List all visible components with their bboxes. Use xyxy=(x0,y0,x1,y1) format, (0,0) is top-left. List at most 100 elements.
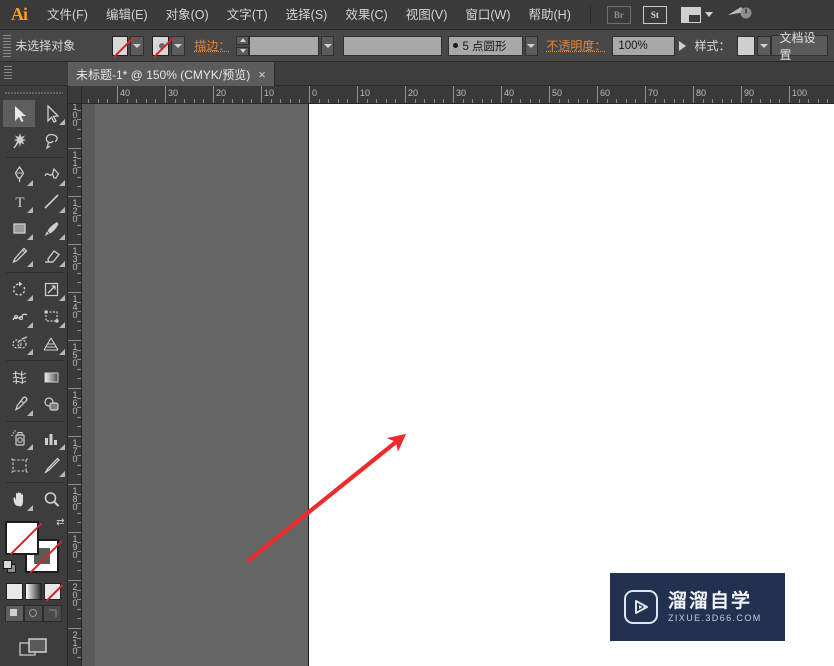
menu-help[interactable]: 帮助(H) xyxy=(520,0,580,30)
ruler-minor-tick xyxy=(77,119,81,121)
workspace-switcher[interactable] xyxy=(680,6,713,23)
ruler-tick xyxy=(741,86,742,103)
lasso-tool[interactable] xyxy=(35,127,67,154)
app-logo-icon: Ai xyxy=(11,4,28,24)
blend-tool[interactable] xyxy=(35,391,67,418)
bridge-icon[interactable]: Br xyxy=(606,5,631,24)
rotate-tool[interactable] xyxy=(3,276,35,303)
draw-inside-button[interactable] xyxy=(43,605,62,622)
ruler-minor-tick xyxy=(184,99,186,103)
search-adobe-icon[interactable] xyxy=(727,3,753,26)
control-bar-grip[interactable] xyxy=(3,34,12,57)
symbol-sprayer-tool[interactable] xyxy=(3,425,35,452)
type-tool[interactable]: T xyxy=(3,188,35,215)
variable-width-profile-input[interactable] xyxy=(342,35,442,56)
magic-wand-tool[interactable] xyxy=(3,127,35,154)
ruler-minor-tick xyxy=(779,99,781,103)
ruler-tick xyxy=(453,86,454,103)
paintbrush-tool[interactable] xyxy=(35,215,67,242)
ruler-label: 90 xyxy=(744,88,755,98)
fill-color-box[interactable] xyxy=(4,521,42,556)
ruler-minor-tick xyxy=(77,522,81,524)
stock-icon[interactable]: St xyxy=(642,5,667,24)
vertical-ruler[interactable]: 100110120130140150160170180190200210220 xyxy=(68,104,82,666)
selection-tool[interactable] xyxy=(3,100,35,127)
ruler-minor-tick xyxy=(827,99,829,103)
graphic-style-swatch[interactable] xyxy=(736,35,755,56)
column-graph-tool[interactable] xyxy=(35,425,67,452)
direct-selection-tool[interactable] xyxy=(35,100,67,127)
opacity-flyout-icon[interactable] xyxy=(679,40,687,51)
ruler-tick xyxy=(68,340,81,341)
pen-tool[interactable] xyxy=(3,161,35,188)
line-segment-tool[interactable] xyxy=(35,188,67,215)
ruler-minor-tick xyxy=(77,320,81,322)
draw-behind-button[interactable] xyxy=(24,605,43,622)
fill-swatch[interactable] xyxy=(111,35,129,56)
ruler-minor-tick xyxy=(529,99,531,103)
change-screen-mode-button[interactable] xyxy=(0,636,67,660)
document-tab[interactable]: 未标题-1* @ 150% (CMYK/预览) × xyxy=(68,62,275,86)
artboard-tool[interactable] xyxy=(3,452,35,479)
slice-tool[interactable] xyxy=(35,452,67,479)
tab-bar-grip[interactable] xyxy=(4,66,12,80)
ruler-minor-tick xyxy=(616,99,618,103)
horizontal-ruler[interactable]: 50403020100102030405060708090100110120 xyxy=(82,86,834,104)
perspective-grid-tool[interactable] xyxy=(35,330,67,357)
stroke-weight-input[interactable] xyxy=(249,35,319,56)
ruler-minor-tick xyxy=(97,99,99,103)
ruler-minor-tick xyxy=(77,618,81,620)
menu-edit[interactable]: 编辑(E) xyxy=(97,0,157,30)
ruler-tick xyxy=(68,148,81,149)
menu-view[interactable]: 视图(V) xyxy=(397,0,457,30)
eyedropper-tool[interactable] xyxy=(3,391,35,418)
width-tool[interactable] xyxy=(3,303,35,330)
menu-effect[interactable]: 效果(C) xyxy=(336,0,396,30)
none-mode-button[interactable] xyxy=(44,583,61,600)
menu-type[interactable]: 文字(T) xyxy=(218,0,277,30)
free-transform-tool[interactable] xyxy=(35,303,67,330)
menu-window[interactable]: 窗口(W) xyxy=(456,0,519,30)
ruler-minor-tick xyxy=(77,464,81,466)
curvature-tool[interactable] xyxy=(35,161,67,188)
default-fill-stroke-icon[interactable] xyxy=(2,560,16,573)
ruler-minor-tick xyxy=(155,99,157,103)
stroke-swatch[interactable] xyxy=(152,35,169,56)
tool-group-divider xyxy=(6,157,64,158)
opacity-input[interactable]: 100% xyxy=(612,35,676,56)
swap-fill-stroke-icon[interactable]: ⇄ xyxy=(56,517,64,528)
gradient-mode-button[interactable] xyxy=(25,583,42,600)
scale-tool[interactable] xyxy=(35,276,67,303)
ruler-minor-tick xyxy=(77,599,81,601)
rectangle-tool[interactable] xyxy=(3,215,35,242)
tools-panel-grip[interactable] xyxy=(4,88,63,98)
stroke-label: 描边： xyxy=(194,39,231,53)
document-setup-button[interactable]: 文档设置 xyxy=(770,31,828,62)
zoom-tool[interactable] xyxy=(35,486,67,513)
brush-definition-select[interactable]: 5 点圆形 xyxy=(448,35,523,56)
ruler-minor-tick xyxy=(77,541,81,543)
mesh-tool[interactable] xyxy=(3,364,35,391)
ruler-minor-tick xyxy=(222,99,224,103)
pencil-tool[interactable] xyxy=(3,242,35,269)
shape-builder-tool[interactable] xyxy=(3,330,35,357)
menu-object[interactable]: 对象(O) xyxy=(157,0,218,30)
gradient-tool[interactable] xyxy=(35,364,67,391)
ruler-minor-tick xyxy=(77,311,81,313)
menu-file[interactable]: 文件(F) xyxy=(38,0,97,30)
menu-select[interactable]: 选择(S) xyxy=(277,0,337,30)
graphic-style-dropdown[interactable] xyxy=(757,35,771,56)
stroke-weight-dropdown[interactable] xyxy=(320,35,335,56)
draw-normal-button[interactable] xyxy=(5,605,24,622)
ruler-minor-tick xyxy=(721,99,723,103)
ruler-tick xyxy=(693,86,694,103)
eraser-tool[interactable] xyxy=(35,242,67,269)
ruler-tick xyxy=(549,86,550,103)
stroke-weight-stepper[interactable] xyxy=(236,35,250,56)
ruler-minor-tick xyxy=(625,99,627,103)
hand-tool[interactable] xyxy=(3,486,35,513)
color-mode-button[interactable] xyxy=(6,583,23,600)
brush-definition-dropdown[interactable] xyxy=(524,35,539,56)
close-icon[interactable]: × xyxy=(258,68,266,81)
ruler-corner[interactable] xyxy=(68,86,82,104)
